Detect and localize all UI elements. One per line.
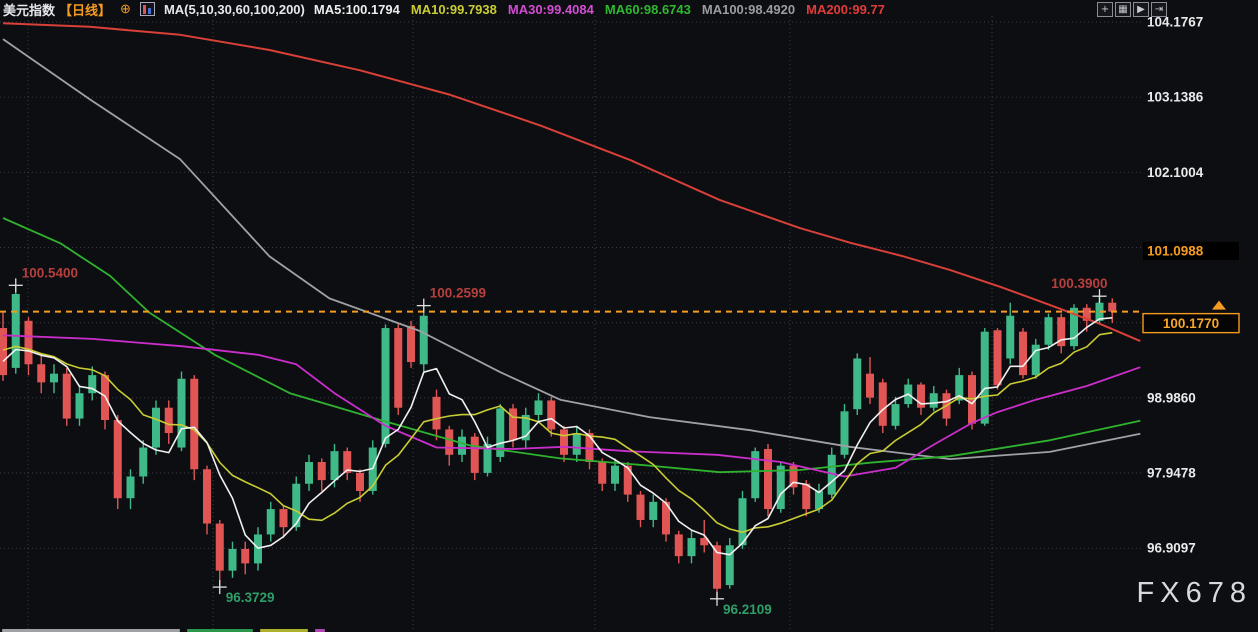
candlestick[interactable]	[25, 321, 33, 364]
price-annotation: 100.5400	[22, 265, 78, 280]
ma5-value: MA5:100.1794	[314, 2, 400, 17]
candlestick[interactable]	[573, 433, 581, 455]
candlestick[interactable]	[879, 382, 887, 425]
candlestick[interactable]	[433, 397, 441, 430]
candlestick[interactable]	[688, 538, 696, 556]
candlestick[interactable]	[356, 473, 364, 491]
price-annotation: 100.2599	[430, 286, 486, 301]
chart-header: 美元指数 【日线】 ⊕ MA(5,10,30,60,100,200) MA5:1…	[3, 1, 885, 17]
ma30-value: MA30:99.4084	[508, 2, 594, 17]
candlestick[interactable]	[229, 549, 237, 571]
candlestick[interactable]	[637, 495, 645, 520]
candlestick-chart[interactable]: 100.5400 100.2599 100.3900 96.3729 96.2109 10…	[0, 0, 1258, 632]
candlestick[interactable]	[152, 408, 160, 448]
candlestick[interactable]	[560, 429, 568, 454]
axis-label: 103.1386	[1147, 90, 1204, 105]
candlestick[interactable]	[1108, 303, 1116, 312]
chart-play-icon[interactable]: ▶	[1133, 2, 1149, 17]
axis-label: 96.9097	[1147, 541, 1196, 556]
candlestick[interactable]	[420, 316, 428, 365]
candlestick[interactable]	[178, 379, 186, 448]
candlestick[interactable]	[267, 509, 275, 534]
candlestick[interactable]	[127, 476, 135, 498]
price-annotation: 100.3900	[1051, 276, 1107, 291]
chart-type-icon[interactable]	[140, 2, 155, 16]
candlestick[interactable]	[280, 509, 288, 527]
candlestick[interactable]	[190, 379, 198, 470]
ma200-value: MA200:99.77	[806, 2, 885, 17]
candlestick[interactable]	[1045, 317, 1053, 345]
candlestick[interactable]	[624, 466, 632, 495]
timeframe-label[interactable]: 【日线】	[59, 0, 111, 19]
candlestick[interactable]	[853, 358, 861, 409]
candlestick[interactable]	[892, 404, 900, 426]
candlestick[interactable]	[675, 534, 683, 556]
candlestick[interactable]	[509, 408, 517, 440]
candlestick[interactable]	[241, 549, 249, 563]
candlestick[interactable]	[318, 462, 326, 480]
candlestick[interactable]	[866, 374, 874, 398]
chart-toolbar: +▦▶⇥	[1097, 2, 1167, 17]
axis-label: 97.9478	[1147, 466, 1196, 481]
candlestick[interactable]	[12, 294, 20, 368]
watermark: FX678	[1137, 577, 1252, 610]
candlestick[interactable]	[394, 328, 402, 408]
axis-label: 101.0988	[1147, 243, 1204, 258]
symbol-name: 美元指数	[3, 0, 55, 19]
candlestick[interactable]	[764, 449, 772, 509]
price-annotation: 96.3729	[226, 590, 275, 605]
candlestick[interactable]	[165, 408, 173, 433]
candlestick[interactable]	[63, 374, 71, 419]
candlestick[interactable]	[305, 462, 313, 484]
ma10-value: MA10:99.7938	[411, 2, 497, 17]
truncated-indicator-row	[2, 628, 325, 632]
chart-axis-icon[interactable]: ▦	[1115, 2, 1131, 17]
candlestick[interactable]	[777, 466, 785, 509]
candlestick[interactable]	[471, 437, 479, 473]
candlestick[interactable]	[50, 374, 58, 383]
candlestick[interactable]	[203, 469, 211, 523]
candlestick[interactable]	[611, 466, 619, 484]
chart-background	[0, 0, 1258, 632]
candlestick[interactable]	[216, 524, 224, 571]
ma-values: MA5:100.1794 MA10:99.7938 MA30:99.4084 MA60…	[314, 2, 885, 17]
add-indicator-icon[interactable]: ⊕	[120, 1, 131, 17]
chart-app: 100.5400 100.2599 100.3900 96.3729 96.2109 10…	[0, 0, 1258, 632]
candlestick[interactable]	[547, 400, 555, 429]
ma100-value: MA100:98.4920	[702, 2, 795, 17]
price-annotation: 96.2109	[723, 602, 772, 617]
candlestick[interactable]	[1019, 332, 1027, 375]
ma60-value: MA60:98.6743	[605, 2, 691, 17]
crosshair-icon[interactable]: +	[1097, 2, 1113, 17]
candlestick[interactable]	[458, 437, 466, 455]
candlestick[interactable]	[445, 429, 453, 454]
candlestick[interactable]	[114, 420, 122, 498]
candlestick[interactable]	[535, 400, 543, 414]
axis-label: 98.9860	[1147, 390, 1196, 405]
candlestick[interactable]	[407, 326, 415, 362]
candlestick[interactable]	[598, 462, 606, 484]
axis-label: 102.1004	[1147, 165, 1204, 180]
candlestick[interactable]	[37, 364, 45, 382]
export-icon[interactable]: ⇥	[1151, 2, 1167, 17]
candlestick[interactable]	[139, 448, 147, 477]
candlestick[interactable]	[1006, 316, 1014, 359]
ma-group-label: MA(5,10,30,60,100,200)	[164, 2, 305, 17]
candlestick[interactable]	[981, 332, 989, 424]
candlestick[interactable]	[76, 393, 84, 418]
candlestick[interactable]	[331, 451, 339, 480]
candlestick[interactable]	[649, 502, 657, 520]
candlestick[interactable]	[802, 484, 810, 509]
axis-label: 100.1770	[1163, 316, 1219, 331]
candlestick[interactable]	[930, 393, 938, 407]
candlestick[interactable]	[994, 330, 1002, 385]
candlestick[interactable]	[841, 411, 849, 454]
